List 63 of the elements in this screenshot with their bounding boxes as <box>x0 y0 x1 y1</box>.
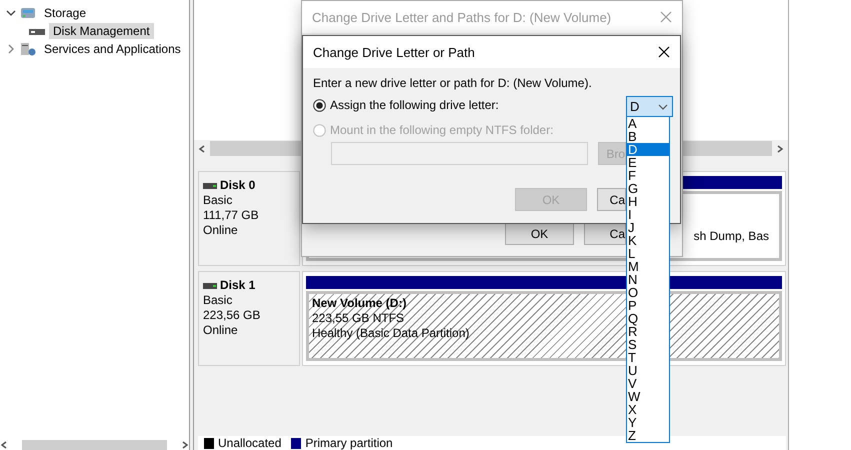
scroll-left-icon <box>198 144 206 152</box>
disk-label-panel[interactable]: Disk 0 Basic 111,77 GB Online <box>198 171 300 266</box>
scrollbar[interactable] <box>0 440 189 450</box>
cancel-button[interactable]: Ca <box>597 188 626 211</box>
close-icon[interactable] <box>658 46 670 58</box>
dropdown-option[interactable]: R <box>627 325 669 338</box>
dropdown-option[interactable]: V <box>627 377 669 390</box>
dropdown-option[interactable]: L <box>627 247 669 260</box>
dropdown-option[interactable]: H <box>627 195 669 208</box>
partition-info: sh Dump, Bas <box>694 229 769 244</box>
disk-name: Disk 0 <box>220 178 256 193</box>
disk-size: 111,77 GB <box>203 208 260 223</box>
dropdown-option[interactable]: U <box>627 364 669 377</box>
dropdown-option[interactable]: N <box>627 273 669 286</box>
scroll-right-icon <box>181 441 189 449</box>
dropdown-option[interactable]: Z <box>627 429 669 442</box>
legend-label: Unallocated <box>218 436 282 450</box>
dropdown-option[interactable]: F <box>627 169 669 182</box>
dropdown-option[interactable]: M <box>627 260 669 273</box>
server-icon <box>19 42 37 56</box>
dropdown-option[interactable]: A <box>627 117 669 130</box>
disk-type: Basic <box>203 293 234 308</box>
scroll-left-icon <box>0 441 8 449</box>
dialog-title: Change Drive Letter or Path <box>313 44 475 60</box>
tree-item[interactable]: Disk Management <box>49 23 154 39</box>
caret-icon <box>658 104 668 110</box>
dropdown-option[interactable]: K <box>627 234 669 247</box>
dropdown-option[interactable]: I <box>627 208 669 221</box>
dropdown-option[interactable]: X <box>627 403 669 416</box>
radio-label[interactable]: Assign the following drive letter: <box>330 98 499 112</box>
scroll-right-icon <box>776 144 784 152</box>
partition-title: New Volume (D:) <box>312 296 406 311</box>
dropdown-option[interactable]: S <box>627 338 669 351</box>
partition-info: Healthy (Basic Data Partition) <box>312 326 470 341</box>
ok-button[interactable]: OK <box>505 222 574 245</box>
dropdown-option[interactable]: W <box>627 390 669 403</box>
disk-label-panel[interactable]: Disk 1 Basic 223,56 GB Online <box>198 271 300 366</box>
disk-status: Online <box>203 223 239 238</box>
disk-name: Disk 1 <box>220 278 256 293</box>
dropdown-option[interactable]: P <box>627 299 669 312</box>
dropdown-option[interactable]: J <box>627 221 669 234</box>
dropdown-option[interactable]: B <box>627 130 669 143</box>
storage-icon <box>19 6 37 20</box>
cancel-button[interactable]: Ca <box>584 222 626 245</box>
dialog-prompt: Enter a new drive letter or path for D: (New Volume). <box>313 76 592 90</box>
dialog-title: Change Drive Letter and Paths for D: (New Volume) <box>312 10 612 24</box>
expand-icon[interactable] <box>6 44 16 54</box>
dropdown-option[interactable]: Y <box>627 416 669 429</box>
disk-size: 223,56 GB <box>203 308 262 323</box>
dropdown-option[interactable]: T <box>627 351 669 364</box>
collapse-icon[interactable] <box>6 8 16 18</box>
dropdown-option[interactable]: D <box>627 143 669 156</box>
legend-label: Primary partition <box>305 436 393 450</box>
disk-type: Basic <box>203 193 234 208</box>
tree-item[interactable]: Services and Applications <box>40 41 185 57</box>
dropdown-option[interactable]: Q <box>627 312 669 325</box>
drive-letter-dropdown[interactable]: D <box>626 96 673 117</box>
partition-info: 223,55 GB NTFS <box>312 311 404 326</box>
dropdown-option[interactable]: E <box>627 156 669 169</box>
tree-item[interactable]: Storage <box>40 5 90 21</box>
dropdown-option[interactable]: G <box>627 182 669 195</box>
disk-status: Online <box>203 323 239 338</box>
radio-button[interactable] <box>313 98 326 112</box>
